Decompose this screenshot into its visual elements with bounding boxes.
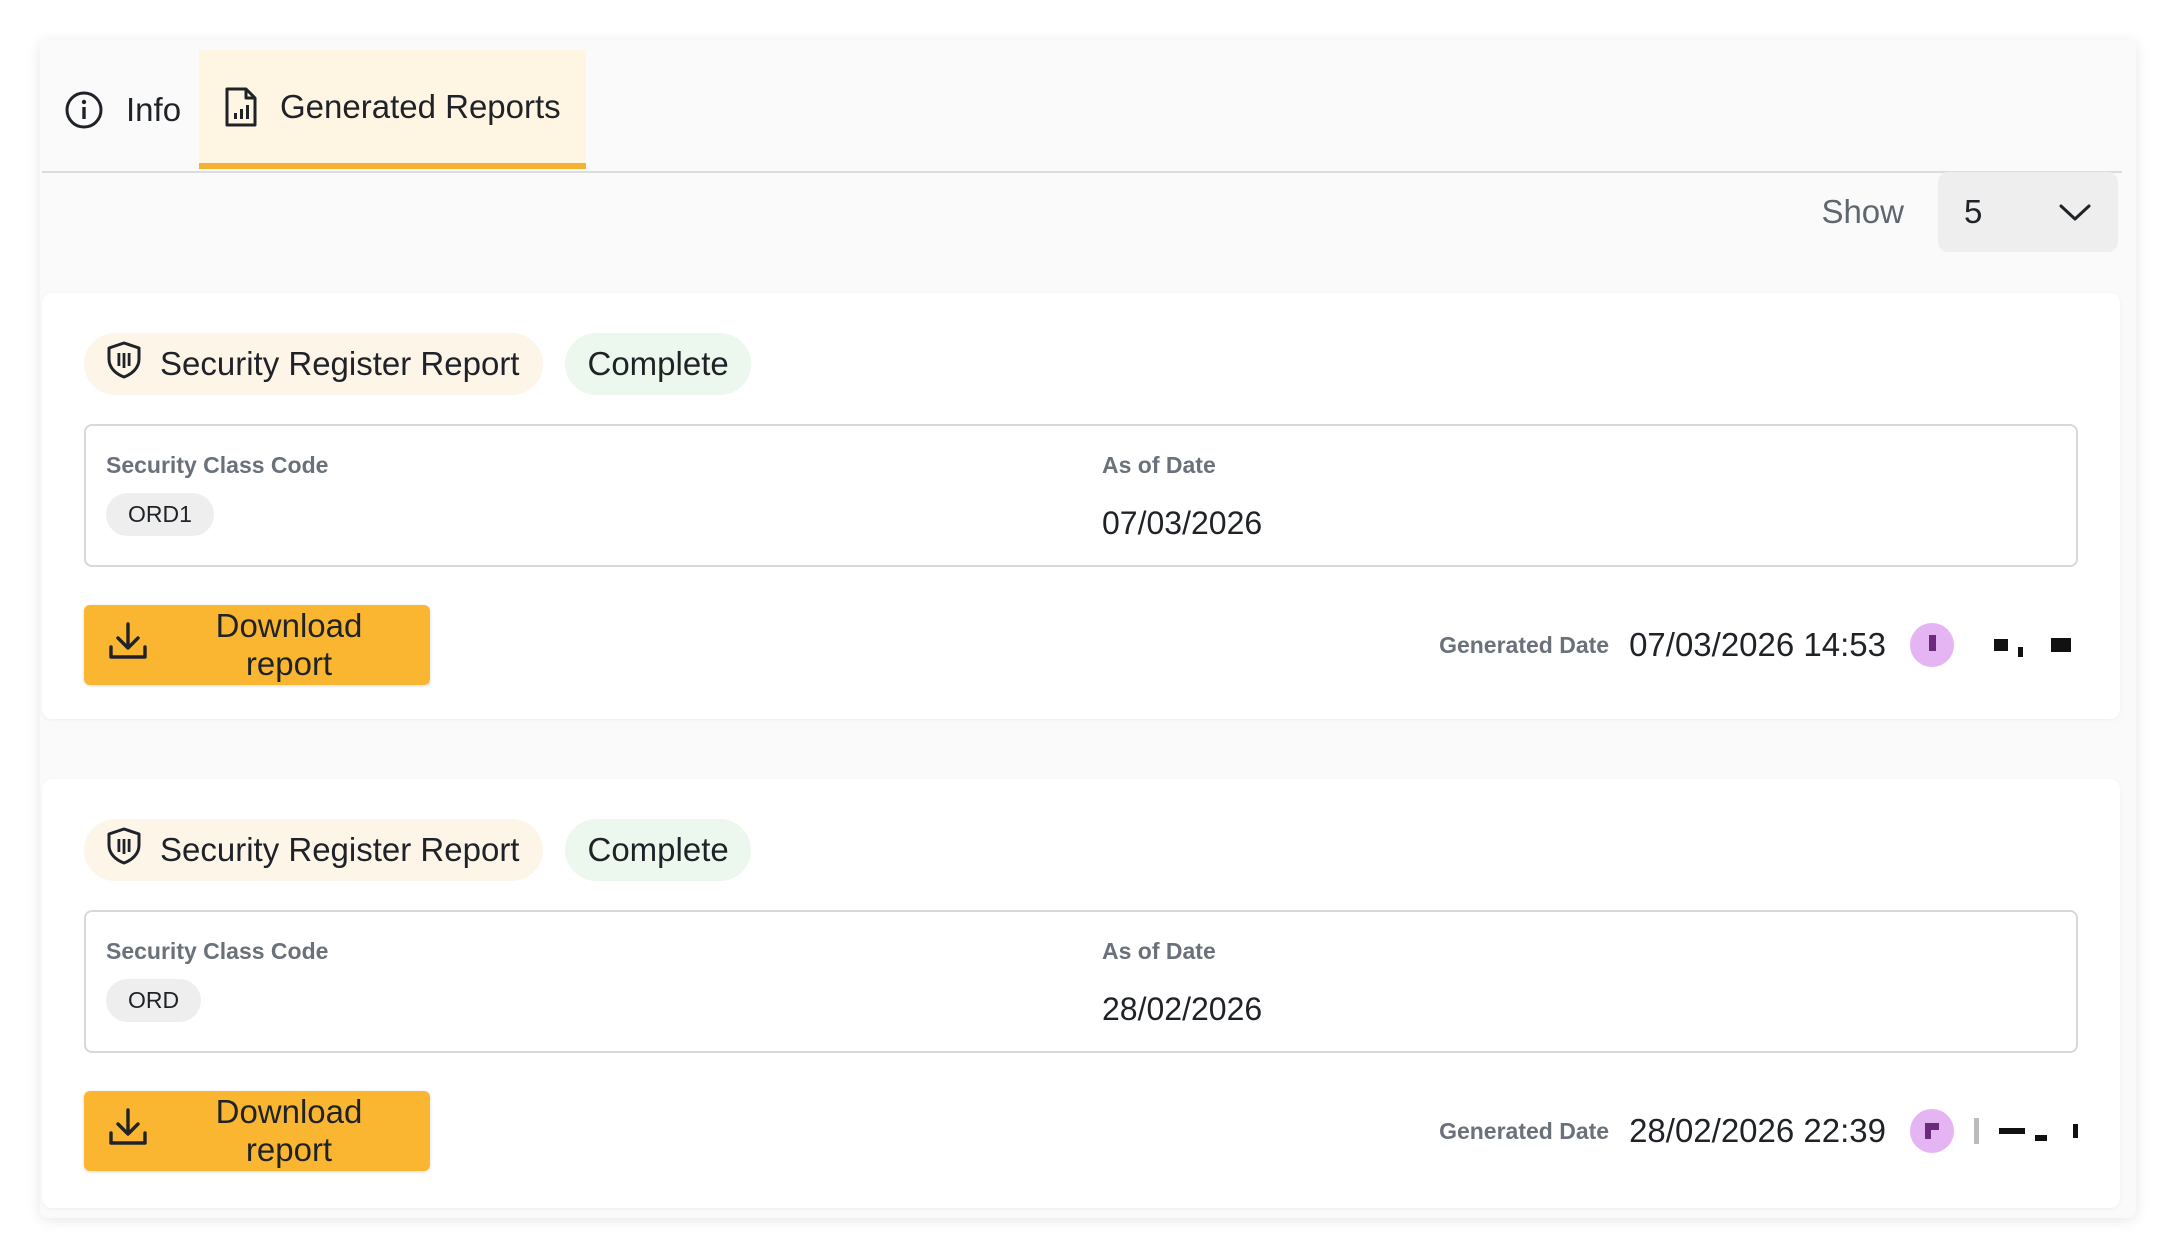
tab-bar: Info Generated Reports [42, 50, 2122, 173]
generated-date-label: Generated Date [1439, 1117, 1610, 1144]
redacted-user-name [1974, 625, 2084, 665]
download-report-label: Download report [215, 1093, 363, 1168]
download-icon [106, 619, 150, 671]
tab-info[interactable]: Info [64, 50, 181, 169]
shield-icon [106, 341, 142, 387]
security-class-code-chip: ORD1 [106, 493, 214, 536]
generated-info: Generated Date 07/03/2026 14:53 [1439, 608, 2084, 682]
download-report-button[interactable]: Download report [84, 605, 430, 685]
tab-generated-reports-label: Generated Reports [280, 87, 561, 125]
as-of-date-value: 28/02/2026 [1102, 991, 1263, 1027]
report-details: Security Class Code ORD As of Date 28/02… [84, 910, 2078, 1053]
report-type-chip: Security Register Report [84, 333, 544, 395]
generated-date-value: 07/03/2026 14:53 [1629, 626, 1886, 663]
chevron-down-icon [2058, 193, 2092, 231]
page-size-control: Show 5 [1821, 172, 2118, 252]
as-of-date-field: As of Date 28/02/2026 [1102, 938, 1262, 1028]
as-of-date-field: As of Date 07/03/2026 [1102, 452, 1262, 542]
generated-date-label: Generated Date [1439, 631, 1610, 658]
report-details: Security Class Code ORD1 As of Date 07/0… [84, 424, 2078, 567]
security-class-code-label: Security Class Code [106, 452, 329, 478]
report-icon [224, 87, 258, 127]
as-of-date-label: As of Date [1102, 452, 1216, 478]
security-class-code-field: Security Class Code ORD1 [106, 452, 328, 536]
status-label: Complete [587, 831, 729, 868]
security-class-code-field: Security Class Code ORD [106, 938, 328, 1022]
security-class-code-chip: ORD [106, 979, 202, 1022]
report-card: Security Register Report Complete Securi… [42, 293, 2120, 719]
generated-info: Generated Date 28/02/2026 22:39 [1439, 1094, 2084, 1168]
download-report-button[interactable]: Download report [84, 1091, 430, 1171]
security-class-code-label: Security Class Code [106, 938, 329, 964]
as-of-date-value: 07/03/2026 [1102, 505, 1263, 541]
download-icon [106, 1105, 150, 1157]
show-label: Show [1821, 193, 1904, 230]
info-icon [64, 90, 104, 130]
shield-icon [106, 827, 142, 873]
report-type-label: Security Register Report [160, 345, 520, 382]
as-of-date-label: As of Date [1102, 938, 1216, 964]
avatar [1910, 1109, 1954, 1153]
tab-generated-reports[interactable]: Generated Reports [199, 50, 586, 169]
report-type-chip: Security Register Report [84, 819, 544, 881]
report-type-label: Security Register Report [160, 831, 520, 868]
page-size-select[interactable]: 5 [1938, 172, 2118, 252]
generated-date-value: 28/02/2026 22:39 [1629, 1112, 1886, 1149]
avatar [1910, 623, 1954, 667]
status-badge: Complete [565, 819, 751, 881]
report-card: Security Register Report Complete Securi… [42, 779, 2120, 1208]
status-badge: Complete [565, 333, 751, 395]
redacted-user-name [1974, 1111, 2084, 1151]
report-chips: Security Register Report Complete [84, 333, 751, 395]
status-label: Complete [587, 345, 729, 382]
reports-panel: Info Generated Reports Show 5 Security R… [40, 40, 2136, 1218]
download-report-label: Download report [215, 607, 363, 682]
tab-info-label: Info [126, 90, 182, 128]
page-size-value: 5 [1964, 193, 1983, 230]
report-chips: Security Register Report Complete [84, 819, 751, 881]
